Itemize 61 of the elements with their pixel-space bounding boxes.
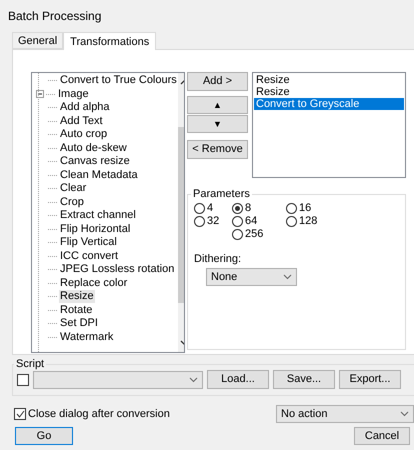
radio-option[interactable]: 4 xyxy=(194,202,232,214)
export-button[interactable]: Export... xyxy=(339,370,401,389)
group-title: Parameters xyxy=(192,188,251,200)
tab[interactable]: General xyxy=(12,32,64,49)
tree-item[interactable]: Add Text xyxy=(59,114,104,128)
tree-item[interactable]: Clean Metadata xyxy=(59,168,139,182)
radio-option[interactable]: 64 xyxy=(232,215,286,227)
radio-button[interactable] xyxy=(232,202,243,214)
close-dialog-option[interactable]: Close dialog after conversion xyxy=(14,408,170,420)
save-button[interactable]: Save... xyxy=(273,370,335,389)
radio-option[interactable]: 16 xyxy=(286,202,336,214)
checkbox[interactable] xyxy=(14,408,26,420)
dithering-label: Dithering: xyxy=(194,253,242,265)
tree-item[interactable]: Auto de-skew xyxy=(59,142,128,155)
collapse-icon[interactable] xyxy=(36,90,44,98)
radio-button[interactable] xyxy=(286,216,297,226)
tree-item[interactable]: Set DPI xyxy=(59,317,99,330)
add-button[interactable]: Add > xyxy=(187,72,248,91)
chevron-down-icon xyxy=(189,376,198,382)
tree-item[interactable]: Flip Horizontal xyxy=(59,222,132,236)
radio-option[interactable]: 256 xyxy=(232,228,286,240)
list-item[interactable]: Resize xyxy=(254,86,404,98)
tree-item[interactable]: Auto crop xyxy=(59,128,108,142)
radio-button[interactable] xyxy=(232,228,243,240)
go-button[interactable]: Go xyxy=(15,427,73,445)
tab[interactable]: Transformations xyxy=(63,32,156,50)
radio-button[interactable] xyxy=(232,216,243,226)
cancel-button[interactable]: Cancel xyxy=(354,427,410,445)
tree-item[interactable]: Extract channel xyxy=(59,209,137,222)
radio-button[interactable] xyxy=(194,202,205,214)
load-button[interactable]: Load... xyxy=(207,370,269,389)
tree-item[interactable]: Replace color xyxy=(59,276,128,290)
dithering-dropdown[interactable]: None xyxy=(206,268,297,286)
radio-button[interactable] xyxy=(194,216,205,226)
checkbox[interactable] xyxy=(17,374,29,386)
list-item[interactable]: Resize xyxy=(254,74,404,86)
tree-item[interactable]: Add alpha xyxy=(59,101,111,114)
radio-option[interactable]: 8 xyxy=(232,202,286,214)
tree-item[interactable]: Flip Vertical xyxy=(59,236,118,250)
chevron-down-icon xyxy=(400,411,409,417)
tree-item[interactable]: Crop xyxy=(59,196,85,209)
chevron-down-icon xyxy=(283,274,292,280)
move-up-button[interactable]: ▲ xyxy=(187,96,248,114)
tree-item[interactable]: Resize xyxy=(59,290,95,304)
group-title: Script xyxy=(15,358,46,370)
tree-item[interactable]: Rotate xyxy=(59,304,94,317)
tree-item[interactable]: ICC convert xyxy=(59,250,120,263)
tree-item[interactable]: Convert to True Colours xyxy=(59,74,178,88)
remove-button[interactable]: < Remove xyxy=(187,140,248,159)
move-down-button[interactable]: ▼ xyxy=(187,115,248,133)
action-dropdown[interactable]: No action xyxy=(276,405,414,423)
radio-option[interactable]: 32 xyxy=(194,215,232,227)
window-title: Batch Processing xyxy=(7,8,102,25)
list-item[interactable]: Convert to Greyscale xyxy=(254,98,404,110)
tree-item[interactable]: JPEG Lossless rotation xyxy=(59,263,176,276)
tree-item[interactable]: Watermark xyxy=(59,330,114,344)
tree-item[interactable]: Image xyxy=(57,88,90,101)
radio-button[interactable] xyxy=(286,202,297,214)
tree-item[interactable]: Clear xyxy=(59,182,88,196)
radio-option[interactable]: 128 xyxy=(286,215,336,227)
tree-item[interactable]: Canvas resize xyxy=(59,155,131,168)
